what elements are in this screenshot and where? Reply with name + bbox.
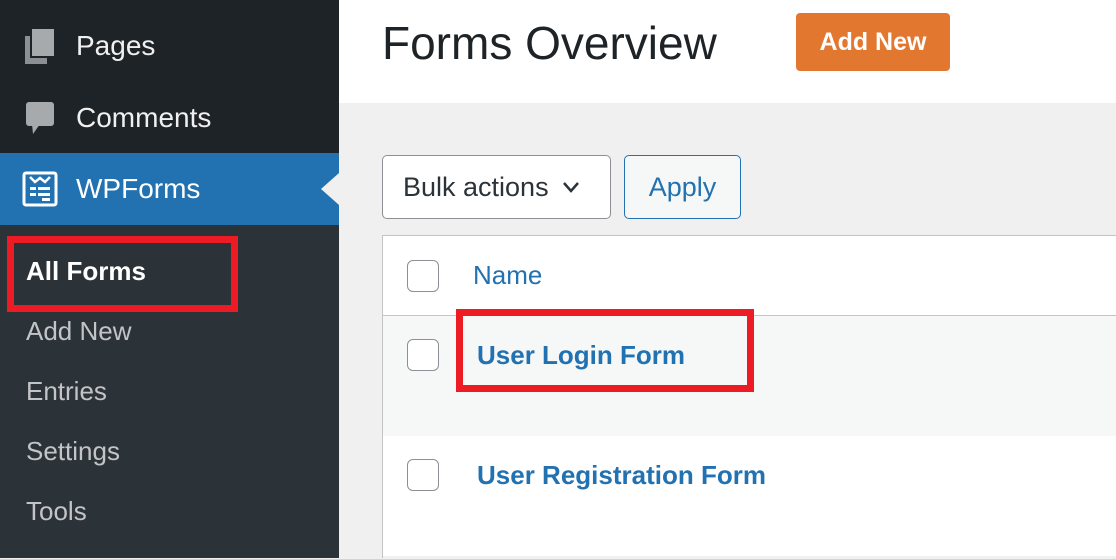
menu-item-pages[interactable]: Pages [0,10,339,82]
menu-label: Comments [76,102,212,133]
comment-icon [22,100,58,136]
highlight-all-forms [7,236,238,312]
form-name-link[interactable]: User Registration Form [477,460,766,491]
table-row: User Registration Form [383,436,1116,556]
column-header-name[interactable]: Name [473,260,542,291]
bulk-actions-label: Bulk actions [403,171,549,202]
pages-icon [22,28,58,64]
menu-label: Pages [76,30,156,61]
add-new-button[interactable]: Add New [796,13,950,71]
highlight-user-login-form [456,309,754,392]
submenu-entries[interactable]: Entries [26,376,107,407]
forms-table: Name User Login Form User Registration F… [382,235,1116,559]
bulk-actions-select[interactable]: Bulk actions [382,155,611,219]
select-all-checkbox[interactable] [407,259,439,292]
menu-item-comments[interactable]: Comments [0,82,339,154]
page-header: Forms Overview Add New [339,0,1116,103]
submenu-tools[interactable]: Tools [26,496,87,527]
row-checkbox[interactable] [407,339,439,371]
row-checkbox[interactable] [407,459,439,491]
table-header-row: Name [383,236,1116,316]
menu-item-wpforms[interactable]: WPForms [0,153,339,225]
menu-label: WPForms [76,173,201,204]
apply-button[interactable]: Apply [624,155,741,219]
active-arrow [321,173,339,205]
chevron-down-icon [562,182,579,193]
submenu-settings[interactable]: Settings [26,436,120,467]
submenu-add-new[interactable]: Add New [26,316,132,347]
wpforms-icon [22,171,58,207]
page-title: Forms Overview [382,17,717,69]
